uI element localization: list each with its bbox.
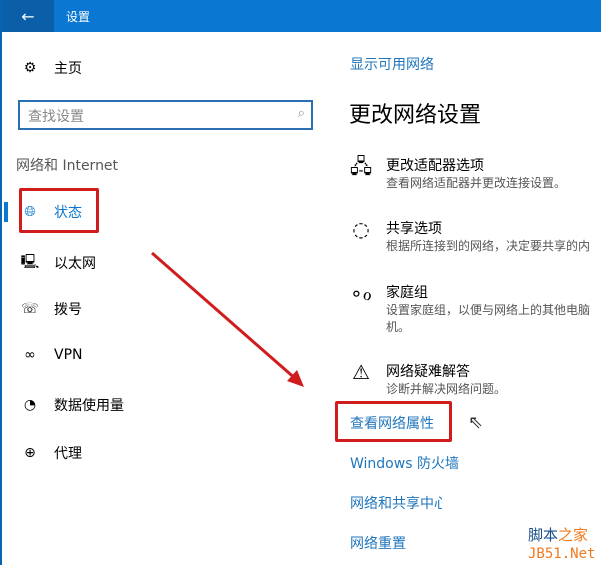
- watermark: 脚本之家: [528, 524, 588, 545]
- adapter-icon: 🖧︎: [349, 154, 373, 178]
- option-title: 共享选项: [386, 221, 442, 237]
- option-title: 家庭组: [386, 285, 428, 301]
- highlight-box-properties: [335, 401, 452, 442]
- sharing-icon: ◌: [352, 217, 370, 241]
- page-heading: 更改网络设置: [349, 103, 482, 128]
- show-available-networks-link[interactable]: 显示可用网络: [350, 54, 434, 74]
- option-title: 网络疑难解答: [386, 364, 470, 380]
- option-desc: 查看网络适配器并更改连接设置。: [386, 176, 567, 190]
- sharing-center-link[interactable]: 网络和共享中心: [350, 493, 442, 513]
- option-desc: 机。: [386, 320, 411, 334]
- cursor-icon: ⇖: [468, 412, 484, 433]
- homegroup-icon: ∘ℴ: [350, 281, 372, 305]
- network-reset-link[interactable]: 网络重置: [350, 533, 406, 553]
- option-title: 更改适配器选项: [386, 158, 484, 174]
- watermark-url: JB51.Net: [528, 546, 596, 562]
- warning-icon: ⚠︎: [352, 360, 370, 384]
- option-sharing[interactable]: ◌ 共享选项根据所连接到的网络，决定要共享的内: [348, 218, 590, 255]
- option-troubleshoot[interactable]: ⚠︎ 网络疑难解答诊断并解决网络问题。: [348, 361, 506, 398]
- option-adapter[interactable]: 🖧︎ 更改适配器选项查看网络适配器并更改连接设置。: [348, 155, 566, 192]
- firewall-link[interactable]: Windows 防火墙: [350, 453, 459, 473]
- option-desc: 诊断并解决网络问题。: [386, 382, 507, 396]
- option-desc: 设置家庭组，以便与网络上的其他电脑: [386, 303, 591, 317]
- watermark-text: 之家: [558, 526, 589, 544]
- option-homegroup[interactable]: ∘ℴ 家庭组设置家庭组，以便与网络上的其他电脑 机。: [348, 282, 590, 336]
- watermark-text: 脚本: [528, 526, 559, 544]
- option-desc: 根据所连接到的网络，决定要共享的内: [386, 239, 591, 253]
